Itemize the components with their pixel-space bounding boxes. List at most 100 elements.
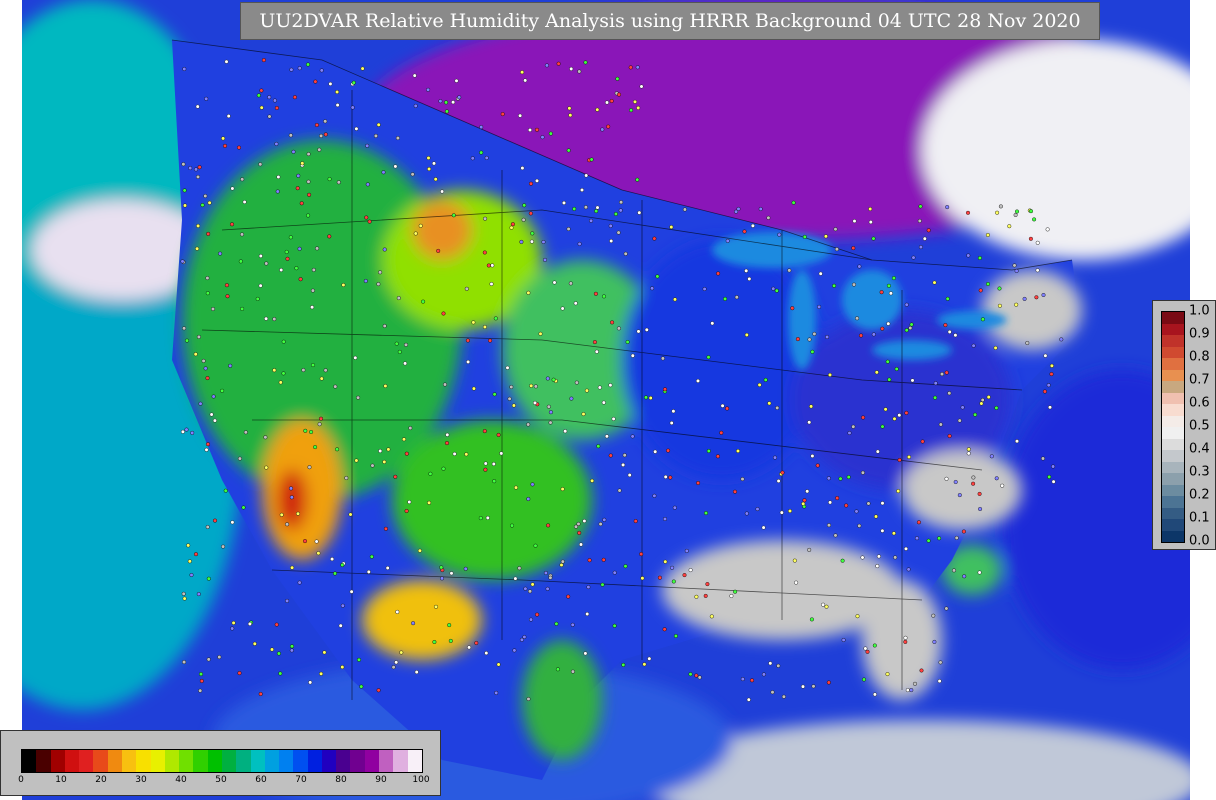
station-dot [834, 247, 839, 252]
station-dot [258, 253, 263, 258]
station-dot [767, 401, 772, 406]
station-dot [669, 225, 674, 230]
colorbar-bottom-swatch [150, 750, 165, 772]
station-dot [585, 612, 590, 617]
station-dot [761, 672, 766, 677]
station-dot [916, 520, 921, 525]
station-dot [595, 205, 600, 210]
station-dot [909, 322, 914, 327]
station-dot [609, 98, 614, 103]
station-dot [768, 661, 773, 666]
station-dot [997, 303, 1002, 308]
station-dot [821, 602, 826, 607]
station-dot [297, 246, 302, 251]
station-dot [452, 451, 457, 456]
station-dot [652, 236, 657, 241]
colorbar-bottom-tick: 90 [375, 775, 387, 785]
station-dot [198, 401, 203, 406]
station-dot [818, 271, 823, 276]
station-dot [418, 223, 423, 228]
colorbar-bottom-swatch [36, 750, 51, 772]
colorbar-side-swatch [1162, 427, 1184, 439]
station-dot [288, 133, 293, 138]
station-dot [568, 281, 573, 286]
station-dot [552, 280, 557, 285]
station-dot [285, 598, 290, 603]
station-dot [904, 302, 909, 307]
station-dot [876, 554, 881, 559]
station-dot [366, 569, 371, 574]
station-dot [382, 247, 387, 252]
station-dot [545, 586, 550, 591]
station-dot [729, 594, 734, 599]
station-dot [206, 576, 211, 581]
station-dot [854, 509, 859, 514]
station-dot [220, 388, 225, 393]
station-dot [823, 234, 828, 239]
station-dot [181, 162, 186, 167]
colorbar-side-tick: 0.0 [1189, 533, 1210, 549]
station-dot [1047, 405, 1052, 410]
station-dot [256, 93, 261, 98]
station-dot [204, 96, 209, 101]
station-dot [335, 103, 340, 108]
station-dot [868, 206, 873, 211]
station-dot [393, 474, 398, 479]
station-dot [630, 353, 635, 358]
station-dot [1022, 296, 1027, 301]
station-dot [953, 333, 958, 338]
colorbar-side-swatch [1162, 507, 1184, 519]
station-dot [694, 673, 699, 678]
station-dot [584, 388, 589, 393]
station-dot [338, 623, 343, 628]
station-dot [303, 428, 308, 433]
station-dot [218, 251, 223, 256]
station-dot [891, 531, 896, 536]
station-dot [618, 208, 623, 213]
station-dot [574, 524, 579, 529]
station-dot [554, 621, 559, 626]
station-dot [203, 366, 208, 371]
station-dot [205, 276, 210, 281]
station-dot [608, 383, 613, 388]
station-dot [205, 376, 210, 381]
station-dot [196, 334, 201, 339]
station-dot [874, 370, 879, 375]
station-dot [500, 112, 505, 117]
station-dot [545, 376, 550, 381]
station-dot [335, 447, 340, 452]
station-dot [953, 480, 958, 485]
station-dot [776, 663, 781, 668]
station-dot [897, 413, 902, 418]
station-dot [414, 670, 419, 675]
station-dot [913, 681, 918, 686]
station-dot [348, 512, 353, 517]
station-dot [428, 471, 433, 476]
station-dot [627, 473, 632, 478]
colorbar-bottom-tick: 80 [335, 775, 347, 785]
station-dot [474, 641, 479, 646]
station-dot [330, 557, 335, 562]
station-dot [512, 648, 517, 653]
station-dot [604, 434, 609, 439]
station-dot [910, 378, 915, 383]
station-dot [966, 447, 971, 452]
station-dot [190, 430, 195, 435]
station-dot [206, 231, 211, 236]
station-dot [1049, 363, 1054, 368]
station-dot [852, 282, 857, 287]
station-dot [582, 519, 587, 524]
station-dot [791, 200, 796, 205]
colorbar-bottom-tick: 60 [255, 775, 267, 785]
station-dot [272, 368, 277, 373]
station-dot [790, 306, 795, 311]
colorbar-side-swatch [1162, 358, 1184, 370]
station-dot [407, 500, 412, 505]
station-dot [269, 647, 274, 652]
station-dot [734, 295, 739, 300]
station-dot [937, 679, 942, 684]
station-dot [566, 226, 571, 231]
station-dot [479, 150, 484, 155]
station-dot [971, 343, 976, 348]
colorbar-side-tick: 0.4 [1189, 441, 1210, 457]
